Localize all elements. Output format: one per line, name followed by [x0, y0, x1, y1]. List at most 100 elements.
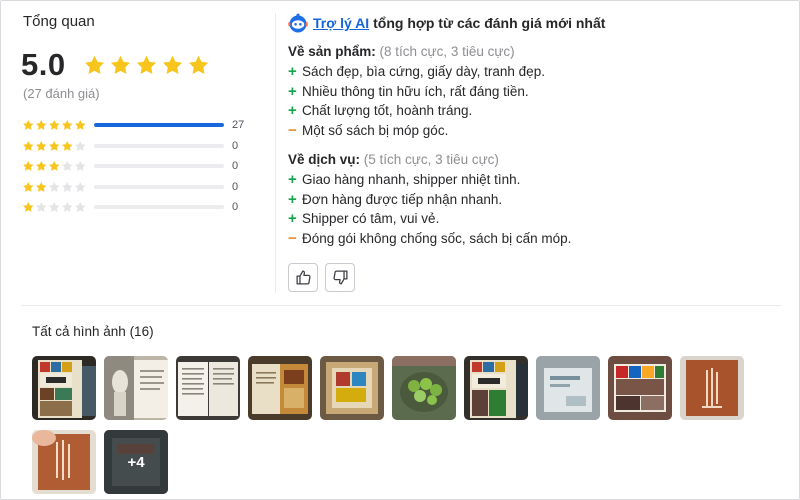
image-thumb-5[interactable] — [320, 356, 384, 420]
star-icon — [75, 160, 86, 171]
star-icon — [49, 201, 60, 212]
product-summary-item: − Một số sách bị móp góc. — [288, 121, 545, 141]
product-summary-item-text: Sách đẹp, bìa cứng, giấy dày, tranh đẹp. — [302, 64, 545, 79]
rating-bar-track — [94, 143, 224, 148]
star-icon — [23, 140, 34, 151]
star-icon — [23, 160, 34, 171]
star-icon — [49, 140, 60, 151]
rating-row-2-star[interactable]: 0 — [22, 177, 244, 198]
star-icon — [23, 181, 34, 192]
rating-row-stars — [22, 181, 88, 194]
star-icon — [62, 160, 73, 171]
images-title: Tất cả hình ảnh (16) — [32, 324, 154, 339]
star-icon — [188, 55, 208, 74]
story-of-art-hand-photo — [32, 430, 96, 494]
story-of-art-cover-photo — [680, 356, 744, 420]
average-star-rating — [83, 54, 213, 77]
service-summary-item-text: Shipper có tâm, vui vẻ. — [302, 211, 440, 226]
rating-row-1-star[interactable]: 0 — [22, 197, 244, 218]
product-summary-item-text: Chất lượng tốt, hoành tráng. — [302, 103, 473, 118]
average-score: 5.0 — [21, 47, 66, 82]
more-images-button[interactable]: +4 — [104, 430, 168, 494]
image-thumb-1[interactable] — [32, 356, 96, 420]
star-icon — [36, 140, 47, 151]
service-summary-item-text: Giao hàng nhanh, shipper nhiệt tình. — [302, 172, 521, 187]
product-summary: Về sản phẩm: (8 tích cực, 3 tiêu cực) + S… — [288, 42, 545, 140]
rating-row-3-star[interactable]: 0 — [22, 156, 244, 177]
dislike-button[interactable] — [325, 263, 355, 292]
open-book-illustration-photo — [248, 356, 312, 420]
star-icon — [75, 201, 86, 212]
image-thumb-6[interactable] — [392, 356, 456, 420]
rating-bar-fill — [94, 123, 224, 128]
star-icon — [62, 201, 73, 212]
book-box-photo — [320, 356, 384, 420]
column-divider — [275, 13, 276, 293]
product-summary-header: Về sản phẩm: (8 tích cực, 3 tiêu cực) — [288, 42, 545, 62]
thumbs-down-icon — [332, 270, 348, 285]
service-summary-item: + Đơn hàng được tiếp nhận nhanh. — [288, 190, 571, 210]
negative-sign-icon: − — [288, 229, 297, 247]
product-summary-item: + Sách đẹp, bìa cứng, giấy dày, tranh đẹp… — [288, 62, 545, 82]
star-icon — [162, 55, 182, 74]
positive-sign-icon: + — [288, 210, 297, 227]
image-thumb-10[interactable] — [680, 356, 744, 420]
service-summary-list: + Giao hàng nhanh, shipper nhiệt tình. + Đơ… — [288, 170, 571, 248]
like-button[interactable] — [288, 263, 318, 292]
star-icon — [49, 181, 60, 192]
service-summary-item: + Giao hàng nhanh, shipper nhiệt tình. — [288, 170, 571, 190]
ai-assistant-link[interactable]: Trợ lý AI — [313, 15, 369, 31]
rating-row-count: 0 — [232, 160, 239, 173]
rating-bar-track — [94, 184, 224, 189]
rating-bar-track — [94, 164, 224, 169]
positive-sign-icon: + — [288, 171, 297, 188]
image-thumb-8[interactable] — [536, 356, 600, 420]
image-thumb-3[interactable] — [176, 356, 240, 420]
service-summary-title: Về dịch vụ: — [288, 152, 361, 167]
positive-sign-icon: + — [288, 190, 297, 208]
rating-row-5-star[interactable]: 27 — [22, 115, 244, 136]
star-icon — [62, 119, 73, 130]
ai-summary-heading: Trợ lý AI tổng hợp từ các đánh giá mới n… — [288, 13, 605, 33]
star-icon — [62, 140, 73, 151]
image-thumb-11[interactable] — [32, 430, 96, 494]
star-icon — [49, 119, 60, 130]
rating-row-stars — [22, 160, 88, 173]
service-summary-header: Về dịch vụ: (5 tích cực, 3 tiêu cực) — [288, 150, 571, 170]
book-cover-art-photo-2 — [464, 356, 528, 420]
star-icon — [62, 181, 73, 192]
image-thumb-2[interactable] — [104, 356, 168, 420]
more-images-count: +4 — [104, 430, 168, 494]
product-summary-item-text: Một số sách bị móp góc. — [302, 122, 449, 138]
image-thumb-4[interactable] — [248, 356, 312, 420]
product-summary-title: Về sản phẩm: — [288, 44, 376, 59]
ai-feedback — [288, 263, 362, 292]
image-thumb-7[interactable] — [464, 356, 528, 420]
rating-row-4-star[interactable]: 0 — [22, 136, 244, 157]
star-icon — [36, 119, 47, 130]
rating-row-count: 0 — [232, 180, 239, 193]
star-icon — [36, 160, 47, 171]
wrapped-book-photo — [536, 356, 600, 420]
rating-row-count: 0 — [232, 139, 239, 152]
star-icon — [75, 181, 86, 192]
rating-row-stars — [22, 201, 88, 214]
positive-sign-icon: + — [288, 63, 297, 80]
rating-row-stars — [22, 140, 88, 153]
service-summary-item: − Đóng gói không chống sốc, sách bị cấn m… — [288, 229, 571, 249]
star-icon — [84, 55, 104, 74]
product-summary-item: + Chất lượng tốt, hoành tráng. — [288, 101, 545, 121]
thumbs-up-icon — [295, 270, 311, 285]
service-summary: Về dịch vụ: (5 tích cực, 3 tiêu cực) + Gi… — [288, 150, 571, 248]
star-icon — [75, 140, 86, 151]
star-icon — [23, 201, 34, 212]
open-book-text-photo — [176, 356, 240, 420]
rating-row-count: 27 — [232, 119, 245, 132]
image-thumb-9[interactable] — [608, 356, 672, 420]
robot-icon — [288, 13, 308, 33]
review-count: (27 đánh giá) — [23, 86, 100, 101]
product-summary-item: + Nhiều thông tin hữu ích, rất đáng tiền. — [288, 82, 545, 102]
statue-page-photo — [104, 356, 168, 420]
star-icon — [36, 181, 47, 192]
book-cover-art-photo — [32, 356, 96, 420]
